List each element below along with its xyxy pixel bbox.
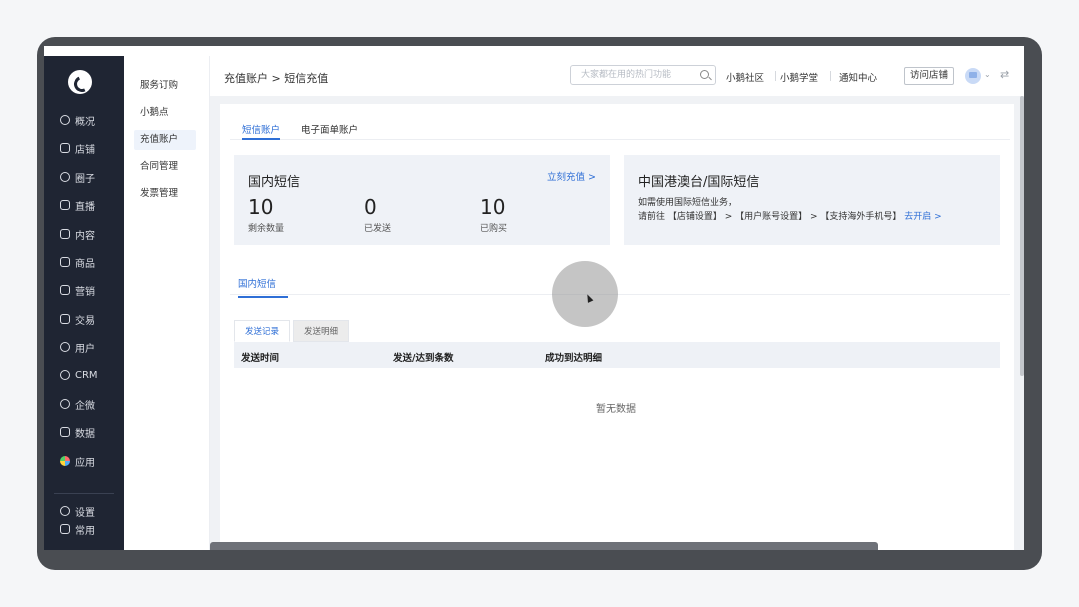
store-icon (60, 143, 70, 153)
table-header: 发送时间 发送/达到条数 成功到达明细 (234, 342, 1000, 368)
goods-icon (60, 257, 70, 267)
scrollbar[interactable] (1020, 96, 1024, 376)
sub-nav: 服务订购 小鹅点 充值账户 合同管理 发票管理 (124, 56, 210, 550)
tab-divider (230, 294, 1010, 295)
account-tabs: 短信账户 电子面单账户 (230, 114, 1010, 140)
favorites-icon (60, 524, 70, 534)
tab-waybill-account[interactable]: 电子面单账户 (301, 122, 358, 140)
nav-item-marketing[interactable]: 营销 (44, 279, 124, 301)
nav-item-wecom[interactable]: 企微 (44, 393, 124, 415)
sent-label: 已发送 (364, 224, 392, 234)
crm-icon (60, 370, 70, 380)
breadcrumb: 充值账户 > 短信充值 (224, 72, 329, 85)
top-header: 充值账户 > 短信充值 大家都在用的热门功能 小鹅社区 小鹅学堂 通知中心 访问… (210, 56, 1024, 96)
dashboard-icon (60, 115, 70, 125)
tab-sms-account[interactable]: 短信账户 (242, 122, 281, 140)
apps-icon (60, 456, 70, 466)
header-divider (775, 71, 776, 81)
nav-item-overview[interactable]: 概况 (44, 109, 124, 131)
app-window: 概况 店铺 圈子 直播 内容 商品 营销 交易 用户 CRM 企微 数据 应用 … (44, 46, 1024, 550)
remaining-count: 10 (248, 195, 274, 219)
data-icon (60, 427, 70, 437)
app-logo[interactable] (68, 70, 92, 94)
taskbar (210, 542, 878, 550)
remaining-label: 剩余数量 (248, 224, 285, 234)
subnav-item-invoice[interactable]: 发票管理 (134, 184, 196, 204)
purchased-label: 已购买 (480, 224, 508, 234)
nav-item-favorites[interactable]: 常用 (44, 518, 124, 540)
search-placeholder: 大家都在用的热门功能 (581, 70, 672, 80)
panel-title: 国内短信 (248, 175, 301, 190)
search-input[interactable]: 大家都在用的热门功能 (570, 65, 716, 85)
tab-send-details[interactable]: 发送明细 (293, 320, 350, 342)
main-nav: 概况 店铺 圈子 直播 内容 商品 营销 交易 用户 CRM 企微 数据 应用 … (44, 56, 124, 550)
nav-item-apps[interactable]: 应用 (44, 450, 124, 472)
trade-icon (60, 314, 70, 324)
chevron-down-icon[interactable]: ⌄ (984, 70, 991, 79)
domestic-sms-panel: 国内短信 立刻充值 > 10 剩余数量 0 已发送 10 已购买 (234, 155, 610, 245)
subnav-item-recharge[interactable]: 充值账户 (134, 130, 196, 150)
nav-item-goods[interactable]: 商品 (44, 251, 124, 273)
nav-item-user[interactable]: 用户 (44, 336, 124, 358)
recharge-link[interactable]: 立刻充值 > (547, 169, 596, 183)
subnav-item-contract[interactable]: 合同管理 (134, 157, 196, 177)
intl-info-line1: 如需使用国际短信业务， (638, 198, 738, 208)
purchased-count: 10 (480, 195, 506, 219)
international-sms-panel: 中国港澳台/国际短信 如需使用国际短信业务， 请前往 【店铺设置】 > 【用户账… (624, 155, 1000, 245)
circle-icon (60, 172, 70, 182)
sent-count: 0 (364, 195, 377, 219)
panel-title: 中国港澳台/国际短信 (638, 175, 760, 190)
marketing-icon (60, 285, 70, 295)
community-link[interactable]: 小鹅社区 (726, 70, 764, 84)
intl-info-path: 请前往 【店铺设置】 > 【用户账号设置】 > 【支持海外手机号】 (638, 212, 902, 222)
nav-item-crm[interactable]: CRM (44, 364, 124, 386)
header-divider (830, 71, 831, 81)
wecom-icon (60, 399, 70, 409)
user-icon (60, 342, 70, 352)
avatar[interactable] (965, 68, 981, 84)
nav-item-trade[interactable]: 交易 (44, 308, 124, 330)
nav-item-content[interactable]: 内容 (44, 223, 124, 245)
column-delivery-detail: 成功到达明细 (545, 353, 603, 364)
nav-divider (54, 493, 114, 494)
nav-item-circle[interactable]: 圈子 (44, 166, 124, 188)
switch-icon[interactable]: ⇄ (1000, 68, 1009, 81)
content-icon (60, 229, 70, 239)
column-send-time: 发送时间 (241, 353, 280, 364)
enable-link[interactable]: 去开启 > (904, 212, 941, 222)
nav-item-data[interactable]: 数据 (44, 421, 124, 443)
column-send-count: 发送/达到条数 (393, 353, 454, 364)
search-icon[interactable] (700, 70, 709, 79)
main-card: 短信账户 电子面单账户 国内短信 立刻充值 > 10 剩余数量 0 已发送 10… (220, 104, 1014, 550)
subnav-item-points[interactable]: 小鹅点 (134, 103, 196, 123)
settings-icon (60, 506, 70, 516)
academy-link[interactable]: 小鹅学堂 (780, 70, 818, 84)
empty-state: 暂无数据 (596, 404, 636, 415)
notification-center-link[interactable]: 通知中心 (839, 70, 877, 84)
nav-item-live[interactable]: 直播 (44, 194, 124, 216)
live-icon (60, 200, 70, 210)
nav-item-store[interactable]: 店铺 (44, 137, 124, 159)
tab-send-records[interactable]: 发送记录 (234, 320, 291, 342)
visit-store-button[interactable]: 访问店铺 (904, 67, 954, 85)
intl-info-line2: 请前往 【店铺设置】 > 【用户账号设置】 > 【支持海外手机号】 去开启 > (638, 209, 942, 222)
subnav-item-service[interactable]: 服务订购 (134, 76, 196, 96)
